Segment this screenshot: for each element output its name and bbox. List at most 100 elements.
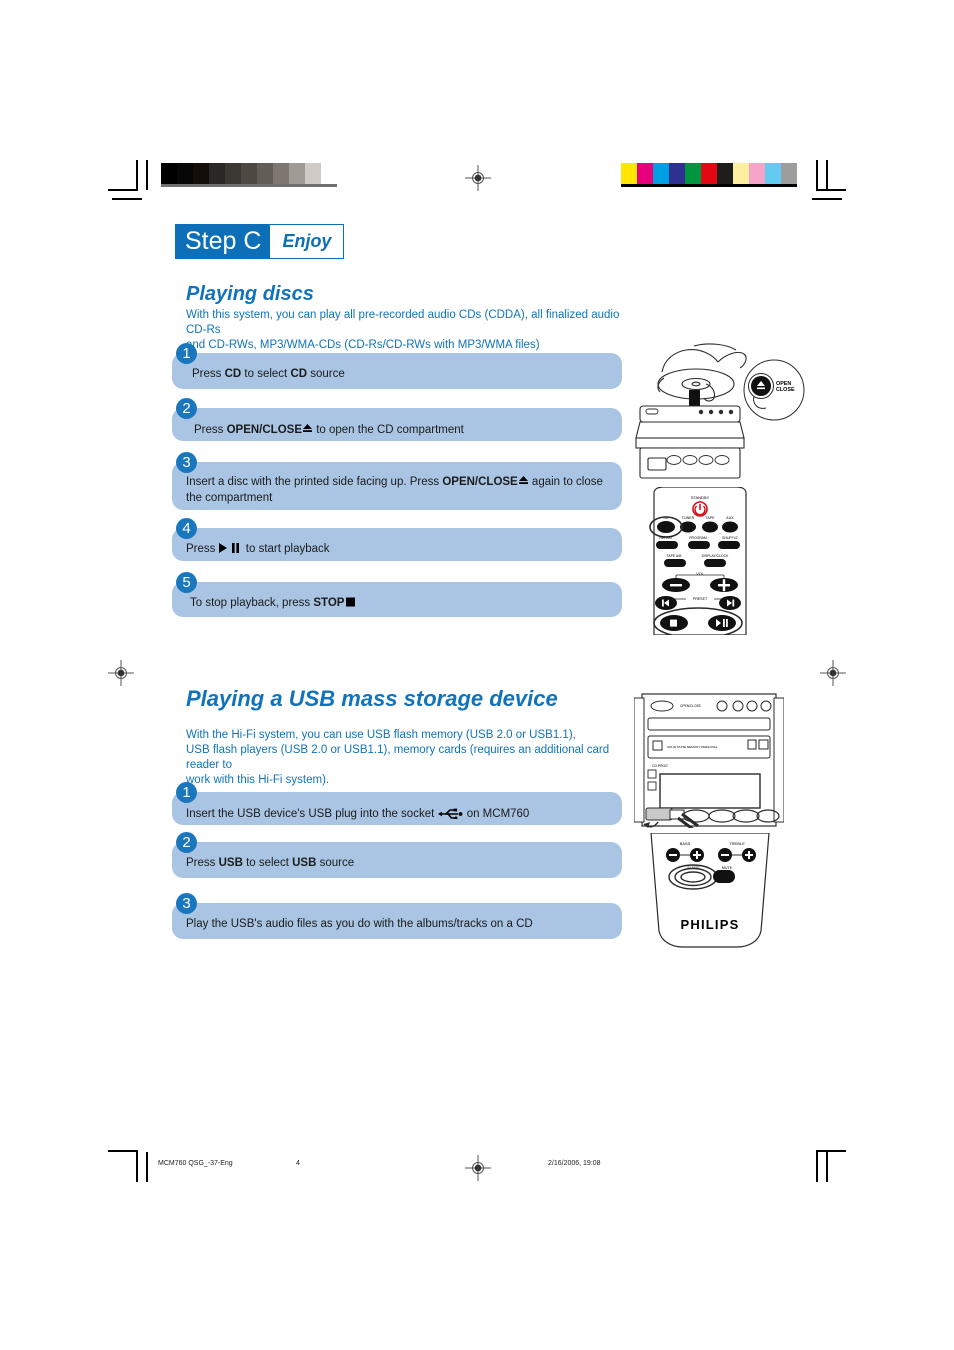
step-number-badge: 2 [176,398,197,419]
intro-line-1: With the Hi-Fi system, you can use USB f… [186,729,576,741]
treble-label: TREBLE [729,841,745,846]
remote-btn-tapeab-label: TAPE A/B [667,554,683,558]
step-row-disc-5: 5 To stop playback, press STOP [172,572,622,618]
remote-btn-repeat-label: REPEAT [659,536,672,540]
calibration-swatch-1 [177,163,193,184]
step-text-bold-1: OPEN/CLOSE [226,424,302,436]
hifi-front-usb-illustration: OPEN/CLOSE SOLID STATE MEMORY PERSONAL C… [634,693,784,828]
crop-mark-tl-v2 [146,160,148,190]
step-text-post: source [307,368,345,380]
step-text: Play the USB's audio files as you do wit… [186,916,616,932]
calibration-swatch-4 [685,163,701,184]
callout-close-label: CLOSE [776,387,795,393]
calibration-swatch-8 [749,163,765,184]
step-banner-subtitle: Enjoy [270,225,344,258]
registration-mark-top [465,165,491,191]
remote-vol-label: VOL [696,572,704,576]
footer-filename: MCM760 QSG_-37-Eng [158,1160,233,1167]
hifi-display-row-label: SOLID STATE MEMORY PERSONAL [667,745,718,749]
crop-mark-tl-v [136,160,138,190]
calibration-swatch-5 [701,163,717,184]
step-number-badge: 3 [176,452,197,473]
step-text-bold-2: CD [290,368,308,380]
section-title-playing-usb: Playing a USB mass storage device [186,686,558,711]
step-row-disc-2: 2 Press OPEN/CLOSE to open the CD compar… [172,398,622,444]
remote-btn-tape-label: TAPE [705,516,715,520]
calibration-swatch-10 [781,163,797,184]
crop-mark-bl-h [108,1150,138,1152]
hifi-top-label: OPEN/CLOSE [680,704,701,708]
step-row-usb-3: 3 Play the USB's audio files as you do w… [172,893,622,939]
remote-control-illustration: STANDBY CD TUNER TAPE AUX REPEAT PROGRAM… [649,487,747,635]
calibration-swatch-9 [765,163,781,184]
step-number-badge: 2 [176,832,197,853]
step-text: Insert a disc with the printed side faci… [186,474,616,506]
step-text: Press CD to select CD source [192,366,612,382]
step-text-bold-1: USB [218,857,243,869]
play-pause-icon [218,543,239,553]
step-text-bold-1: STOP [313,597,345,609]
grayscale-calibration-bar [161,163,337,187]
crop-mark-br-v2 [826,1152,828,1182]
step-text-bold-1: CD [224,368,242,380]
stop-icon [346,597,356,607]
remote-btn-cd-label: CD [663,516,669,520]
registration-mark-left [108,660,134,686]
mute-label: MUTE [722,866,733,870]
crop-mark-tr-h [816,189,846,191]
calibration-swatch-4 [225,163,241,184]
remote-btn-tuner-label: TUNER [682,516,695,520]
step-number-badge: 3 [176,893,197,914]
step-text: To stop playback, press STOP [190,595,620,611]
open-close-callout: OPEN CLOSE [743,359,805,421]
calibration-swatch-0 [621,163,637,184]
usb-icon [437,808,462,820]
footer-timestamp: 2/16/2006, 19:08 [548,1160,601,1167]
crop-mark-bl-v2 [146,1152,148,1182]
section-title-playing-discs: Playing discs [186,283,314,305]
step-row-disc-1: 1 Press CD to select CD source [172,343,622,389]
intro-line-1: With this system, you can play all pre-r… [186,309,620,336]
color-calibration-bar [621,163,797,187]
calibration-swatch-7 [733,163,749,184]
remote-btn-shuffle-label: SHUFFLE [722,536,738,540]
crop-mark-tr-v2 [826,160,828,190]
step-row-disc-3: 3 Insert a disc with the printed side fa… [172,452,622,512]
step-number-badge: 1 [176,782,197,803]
step-text-post: to start playback [242,543,330,555]
step-text-pre: Press [192,368,225,380]
remote-preset-label: PRESET [693,597,708,601]
crop-mark-tl-h [108,189,138,191]
step-text: Press USB to select USB source [186,855,616,871]
step-row-disc-4: 4 Press to start playback [172,518,622,564]
step-text-post: source [316,857,355,869]
calibration-swatch-3 [669,163,685,184]
calibration-swatch-5 [241,163,257,184]
crop-mark-br-v [816,1152,818,1182]
crop-mark-tr-h2 [812,198,842,200]
step-text-mid: to select [241,368,291,380]
calibration-swatch-6 [717,163,733,184]
remote-btn-program-label: PROGRAM [689,536,707,540]
step-text-post: on MCM760 [463,808,530,820]
registration-mark-right [820,660,846,686]
crop-mark-tl-h2 [112,198,142,200]
calibration-swatch-0 [161,163,177,184]
step-text-post: to open the CD compartment [313,424,464,436]
step-number-badge: 5 [176,572,197,593]
hifi-display-label: CD PROG [652,764,668,768]
step-text: Insert the USB device's USB plug into th… [186,806,616,822]
step-text-bold-1: OPEN/CLOSE [442,476,518,488]
calibration-swatch-3 [209,163,225,184]
registration-mark-bottom [465,1155,491,1181]
crop-mark-tr-v [816,160,818,190]
crop-mark-br-h [816,1150,846,1152]
calibration-swatch-9 [305,163,321,184]
calibration-swatch-2 [193,163,209,184]
step-text: Press OPEN/CLOSE to open the CD compartm… [194,422,614,438]
step-text-pre: Insert the USB device's USB plug into th… [186,808,438,820]
intro-line-2: USB flash players (USB 2.0 or USB1.1), m… [186,744,610,771]
standby-label: STANDBY [691,495,710,500]
step-number-badge: 1 [176,343,197,364]
section-intro-playing-usb: With the Hi-Fi system, you can use USB f… [186,728,624,788]
